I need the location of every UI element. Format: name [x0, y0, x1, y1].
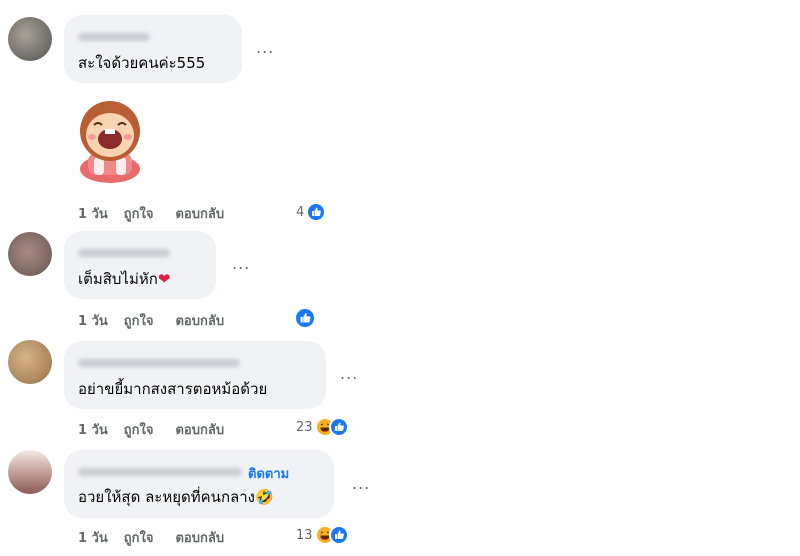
- avatar[interactable]: [8, 450, 52, 494]
- like-icon: [294, 307, 316, 329]
- comment-text: สะใจด้วยคนค่ะ555: [78, 54, 206, 72]
- reaction-count: 13: [296, 527, 313, 543]
- comment-bubble: อย่าขยี้มากสงสารตอหม้อด้วย: [64, 341, 326, 409]
- reaction-summary[interactable]: [294, 307, 316, 329]
- author-name-redacted[interactable]: [78, 33, 150, 41]
- more-options-icon[interactable]: ...: [256, 38, 274, 57]
- reaction-summary[interactable]: 13: [296, 525, 349, 545]
- avatar[interactable]: [8, 17, 52, 61]
- like-icon: [328, 525, 349, 545]
- comment-text-row: เต็มสิบไม่หัก❤: [78, 269, 170, 289]
- more-options-icon[interactable]: ...: [340, 364, 358, 383]
- like-icon: [306, 202, 327, 222]
- timestamp[interactable]: 1 วัน: [78, 207, 108, 222]
- timestamp[interactable]: 1 วัน: [78, 423, 108, 438]
- author-name-redacted[interactable]: [78, 249, 170, 257]
- like-button[interactable]: ถูกใจ: [124, 531, 154, 546]
- like-button[interactable]: ถูกใจ: [124, 423, 154, 438]
- reply-button[interactable]: ตอบกลับ: [175, 207, 224, 222]
- like-button[interactable]: ถูกใจ: [124, 314, 154, 329]
- laughing-girl-sticker: [80, 101, 140, 183]
- comment-actions: 1 วัน ถูกใจ ตอบกลับ: [78, 527, 224, 548]
- reaction-count: 23: [296, 419, 313, 435]
- comment-bubble: ติดตาม อวยให้สุด ละหยุดที่คนกลาง🤣: [64, 450, 334, 518]
- reply-button[interactable]: ตอบกลับ: [175, 314, 224, 329]
- comment-actions: 1 วัน ถูกใจ ตอบกลับ: [78, 203, 224, 224]
- author-name-redacted[interactable]: [78, 468, 242, 476]
- comment-bubble: เต็มสิบไม่หัก❤: [64, 231, 216, 299]
- comment-bubble: สะใจด้วยคนค่ะ555: [64, 15, 242, 83]
- comment-actions: 1 วัน ถูกใจ ตอบกลับ: [78, 310, 224, 331]
- reply-button[interactable]: ตอบกลับ: [175, 531, 224, 546]
- more-options-icon[interactable]: ...: [352, 474, 370, 493]
- reply-button[interactable]: ตอบกลับ: [175, 423, 224, 438]
- timestamp[interactable]: 1 วัน: [78, 314, 108, 329]
- comment-actions: 1 วัน ถูกใจ ตอบกลับ: [78, 419, 224, 440]
- comment-text-row: อวยให้สุด ละหยุดที่คนกลาง🤣: [78, 487, 274, 507]
- like-icon: [328, 417, 349, 437]
- reaction-summary[interactable]: 4: [296, 202, 327, 222]
- like-button[interactable]: ถูกใจ: [124, 207, 154, 222]
- author-name-redacted[interactable]: [78, 359, 240, 367]
- heart-emoji: ❤: [157, 270, 171, 288]
- comment-text: อวยให้สุด ละหยุดที่คนกลาง: [78, 488, 255, 506]
- reaction-summary[interactable]: 23: [296, 417, 349, 437]
- reaction-count: 4: [296, 204, 305, 220]
- avatar[interactable]: [8, 340, 52, 384]
- comment-text: อย่าขยี้มากสงสารตอหม้อด้วย: [78, 380, 268, 398]
- more-options-icon[interactable]: ...: [232, 254, 250, 273]
- follow-button[interactable]: ติดตาม: [248, 463, 289, 484]
- rofl-emoji: 🤣: [254, 488, 274, 506]
- avatar[interactable]: [8, 232, 52, 276]
- comment-text: เต็มสิบไม่หัก: [78, 270, 158, 288]
- timestamp[interactable]: 1 วัน: [78, 531, 108, 546]
